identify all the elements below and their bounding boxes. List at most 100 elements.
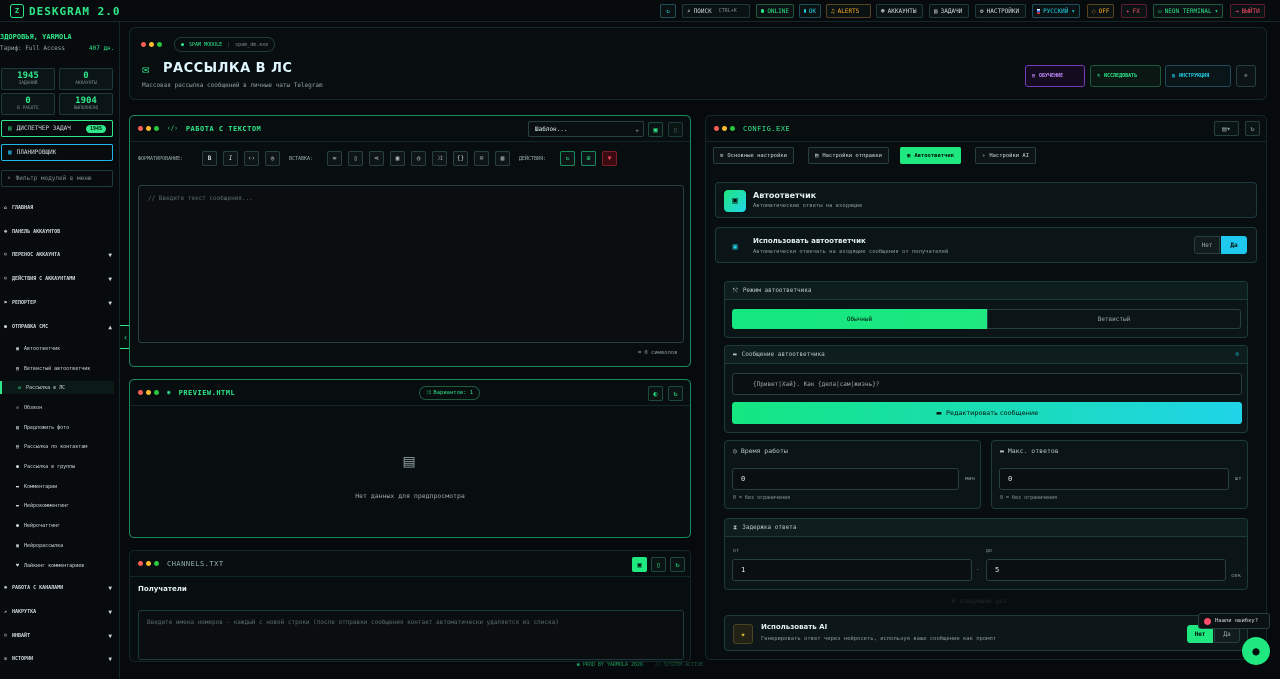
ai-no-label: Нет: [1194, 630, 1206, 638]
module-filter-input[interactable]: ⌕ Фильтр модулей в меню: [1, 170, 113, 187]
accounts-button[interactable]: ☻ АККАУНТЫ: [876, 4, 923, 18]
app-logo[interactable]: Z DESKGRAM 2.0: [10, 4, 120, 18]
template-select[interactable]: Шаблон... ⌄: [528, 121, 644, 137]
autoresponder-no-option[interactable]: Нет: [1194, 236, 1220, 254]
refresh-text-button[interactable]: ↻: [560, 151, 575, 166]
insert-emoji-button[interactable]: ☺: [474, 151, 489, 166]
tab-basic-settings[interactable]: ⚙ Основные настройки: [713, 147, 794, 164]
research-button[interactable]: ⚗ ИССЛЕДОВАТЬ: [1090, 65, 1161, 87]
mode-branchy-option[interactable]: Ветвистый: [987, 309, 1241, 329]
insert-label: ВСТАВКА:: [289, 156, 314, 162]
sub-dm-mailing[interactable]: ✉ Рассылка в ЛС: [0, 381, 114, 394]
sidebar: ЗДОРОВЬЯ, YARMOLA Тариф: Full Access 407…: [0, 22, 120, 679]
bold-button[interactable]: B: [202, 151, 217, 166]
preview-refresh-button[interactable]: ↻: [668, 386, 683, 401]
tab-send-settings[interactable]: ▤ Настройки отправки: [808, 147, 889, 164]
message-card-header: ▬ Сообщение автоответчика ⊙: [725, 346, 1247, 364]
nav-account-actions[interactable]: ☺ ДЕЙСТВИЯ С АККАУНТАМИ ▼: [4, 272, 112, 286]
sub-calling[interactable]: ☏ Обзвон: [16, 401, 114, 414]
sub-contacts-mailing[interactable]: ▤ Рассылка по контактам: [16, 440, 114, 453]
theme-select[interactable]: ▭ NEON TERMINAL ▾: [1153, 4, 1223, 18]
insert-random-button[interactable]: ⤨: [432, 151, 447, 166]
tab-autoresponder[interactable]: ▣ Автоответчик: [900, 147, 962, 164]
insert-link-button[interactable]: ∞: [327, 151, 342, 166]
settings-button[interactable]: ⚙ НАСТРОЙКИ: [975, 4, 1026, 18]
channels-save-button[interactable]: ▣: [632, 557, 647, 572]
edit-message-button[interactable]: ▬ Редактировать сообщение: [732, 402, 1242, 424]
spoiler-button[interactable]: ◎: [265, 151, 280, 166]
chat-button[interactable]: ●: [1242, 637, 1270, 665]
insert-spintax-button[interactable]: {}: [453, 151, 468, 166]
nav-label: ОТПРАВКА СМС: [12, 324, 49, 330]
tab-ai-settings[interactable]: ✧ Настройки AI: [975, 147, 1037, 164]
code-button[interactable]: ‹›: [244, 151, 259, 166]
bug-report-button[interactable]: Нашли ошибку?: [1198, 613, 1270, 629]
nav-accounts-panel[interactable]: ☻ ПАНЕЛЬ АККАУНТОВ: [4, 225, 112, 239]
header-settings-button[interactable]: ⚙: [1236, 65, 1256, 87]
autoresponder-desc: Автоматические ответы на входящие: [753, 203, 863, 209]
channels-file-button[interactable]: ▯: [651, 557, 666, 572]
add-variant-button[interactable]: ⊞: [581, 151, 596, 166]
nav-home[interactable]: ⌂ ГЛАВНАЯ: [4, 201, 112, 215]
refresh-button[interactable]: ↻: [660, 4, 676, 18]
insert-file-button[interactable]: ▯: [348, 151, 363, 166]
clear-text-button[interactable]: ▼: [602, 151, 617, 166]
dispatcher-badge: 1945: [85, 124, 106, 133]
sub-neurochatting[interactable]: ● Нейрочаттинг: [16, 519, 114, 532]
nav-label: ИНВАЙТ: [12, 633, 31, 639]
online-label: ONLINE: [767, 7, 789, 15]
alerts-button[interactable]: ♫ ALERTS: [826, 4, 871, 18]
sub-autoresponder[interactable]: ▣ Автоответчик: [16, 342, 114, 355]
sub-comments[interactable]: ▬ Комментарии: [16, 480, 114, 493]
learn-button[interactable]: ▤ ОБУЧЕНИЕ: [1025, 65, 1085, 87]
italic-button[interactable]: I: [223, 151, 238, 166]
message-preview[interactable]: {Привет|Хай}. Как {дела|сам|жизнь}?: [732, 373, 1242, 395]
language-select[interactable]: РУССКИЙ ▾: [1032, 4, 1080, 18]
search-button[interactable]: ⌕ ПОИСК CTRL+K: [682, 4, 750, 18]
mode-normal-option[interactable]: Обычный: [732, 309, 987, 329]
nav-reporter[interactable]: ⚑ РЕПОРТЕР ▼: [4, 296, 112, 310]
nav-channels[interactable]: ☻ РАБОТА С КАНАЛАМИ ▼: [4, 581, 112, 595]
sub-neuromailing[interactable]: ▣ Нейрорассылка: [16, 539, 114, 552]
recipients-input[interactable]: Введите имена номеров - каждый с новой с…: [138, 610, 684, 660]
nav-sms[interactable]: ● ОТПРАВКА СМС ▲: [4, 320, 112, 334]
sub-groups-mailing[interactable]: ● Рассылка в группы: [16, 460, 114, 473]
channels-refresh-button[interactable]: ↻: [670, 557, 685, 572]
bookmark-button[interactable]: ▯: [668, 122, 683, 137]
maximize-dot-icon: [154, 126, 159, 131]
delay-to-input[interactable]: 5: [986, 559, 1226, 581]
neuro-chat-icon: ●: [16, 522, 20, 529]
message-editor[interactable]: // Введите текст сообщения...: [138, 185, 684, 343]
fx-toggle[interactable]: ✦ FX: [1121, 4, 1147, 18]
nav-boost[interactable]: ↗ НАКРУТКА ▼: [4, 605, 112, 619]
save-template-button[interactable]: ▣: [648, 122, 663, 137]
nav-account-transfer[interactable]: ☺ ПЕРЕНОС АККАУНТА ▼: [4, 248, 112, 262]
insert-bot-button[interactable]: ▣: [390, 151, 405, 166]
autoresponder-yes-option[interactable]: Да: [1221, 236, 1247, 254]
shuffle-icon: ⤨: [426, 389, 431, 396]
config-preset-select[interactable]: ▤▾: [1214, 121, 1239, 136]
sub-branchy-autoresponder[interactable]: ▤ Ветвистый автоответчик: [16, 362, 114, 375]
sub-neurocommenting[interactable]: ▬ Нейрокомментинг: [16, 499, 114, 512]
planner-button[interactable]: ▦ ПЛАНИРОВЩИК: [1, 144, 113, 161]
logout-button[interactable]: ⇥ ВЫЙТИ: [1230, 4, 1265, 18]
guide-button[interactable]: ▥ ИНСТРУКЦИЯ: [1165, 65, 1231, 87]
delay-from-input[interactable]: 1: [732, 559, 972, 581]
preview-palette-button[interactable]: ◐: [648, 386, 663, 401]
ok-status[interactable]: OK: [799, 4, 821, 18]
insert-share-button[interactable]: ⋖: [369, 151, 384, 166]
maximize-dot-icon: [154, 561, 159, 566]
sub-photo-offer[interactable]: ▧ Предложить фото: [16, 421, 114, 434]
max-replies-input[interactable]: 0: [999, 468, 1229, 490]
sub-comment-liking[interactable]: ♥ Лайкинг комментариев: [16, 559, 114, 572]
nav-invite[interactable]: ☺ ИНВАЙТ ▼: [4, 629, 112, 643]
tasks-button[interactable]: ▤ ЗАДАЧИ: [929, 4, 969, 18]
insert-time-button[interactable]: ◷: [411, 151, 426, 166]
power-toggle[interactable]: ◌ OFF: [1087, 4, 1114, 18]
config-reset-button[interactable]: ↻: [1245, 121, 1260, 136]
dispatcher-button[interactable]: ▤ ДИСПЕТЧЕР ЗАДАЧ 1945: [1, 120, 113, 137]
work-time-input[interactable]: 0: [732, 468, 959, 490]
online-status[interactable]: ONLINE: [756, 4, 794, 18]
insert-image-button[interactable]: ▨: [495, 151, 510, 166]
trash-icon: ▼: [607, 155, 612, 162]
